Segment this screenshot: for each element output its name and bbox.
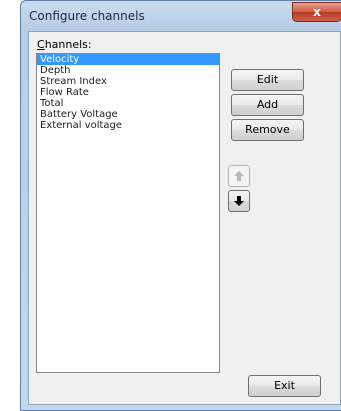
dialog-body: Channels: Velocity Depth Stream Index Fl… [28,31,341,405]
list-item[interactable]: Stream Index [37,76,219,87]
close-icon: x [313,5,321,19]
window-title: Configure channels [29,9,145,23]
list-item[interactable]: Battery Voltage [37,109,219,120]
edit-button[interactable]: Edit [231,69,304,91]
remove-button[interactable]: Remove [231,119,304,141]
channels-label: Channels: [37,38,92,51]
close-button[interactable]: x [292,2,341,22]
configure-channels-window: Configure channels x Channels: Velocity … [20,0,341,411]
move-down-button[interactable] [228,190,250,212]
title-bar[interactable]: Configure channels x [21,1,341,31]
list-item[interactable]: Total [37,98,219,109]
arrow-up-icon [234,171,244,181]
list-item[interactable]: Depth [37,65,219,76]
arrow-down-icon [234,196,244,206]
move-up-button[interactable] [228,165,250,187]
list-item[interactable]: Flow Rate [37,87,219,98]
exit-button[interactable]: Exit [248,375,321,397]
add-button[interactable]: Add [231,94,304,116]
channels-label-text: hannels: [44,38,92,51]
list-item[interactable]: Velocity [37,54,219,65]
channels-label-mnemonic: C [37,38,45,51]
list-item[interactable]: External voltage [37,120,219,131]
channels-listbox[interactable]: Velocity Depth Stream Index Flow Rate To… [36,53,220,373]
